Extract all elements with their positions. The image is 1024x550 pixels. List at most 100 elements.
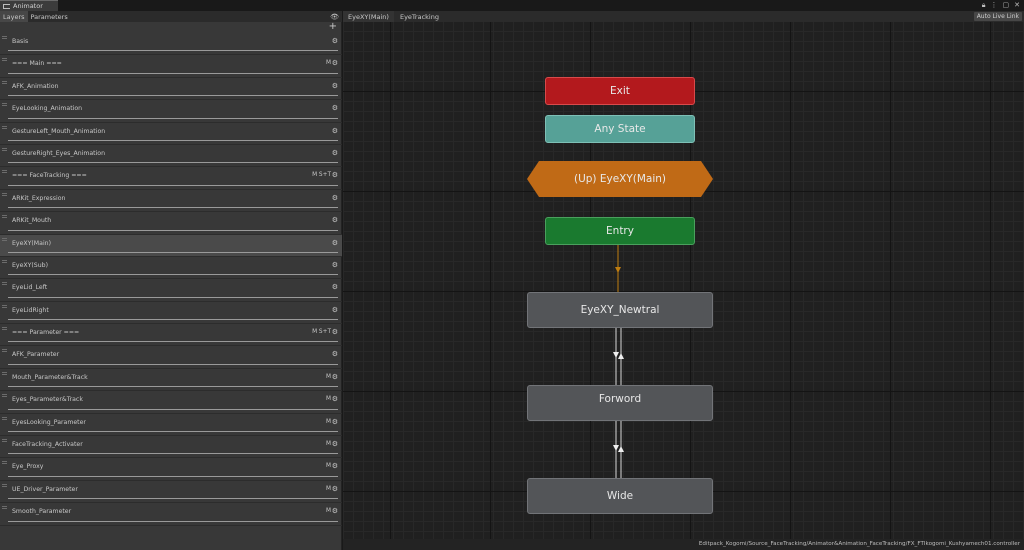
- layer-row[interactable]: Mouth_Parameter&Track M ⚙: [0, 369, 342, 392]
- exit-node[interactable]: Exit: [545, 77, 695, 105]
- layer-weight-bar[interactable]: [8, 520, 338, 522]
- drag-handle-icon[interactable]: [2, 282, 7, 286]
- layer-row[interactable]: Smooth_Parameter M ⚙: [0, 503, 342, 526]
- layer-weight-bar[interactable]: [8, 408, 338, 410]
- drag-handle-icon[interactable]: [2, 125, 7, 129]
- drag-handle-icon[interactable]: [2, 215, 7, 219]
- gear-icon[interactable]: ⚙: [332, 306, 338, 314]
- gear-icon[interactable]: ⚙: [332, 216, 338, 224]
- gear-icon[interactable]: ⚙: [332, 171, 338, 179]
- layer-weight-bar[interactable]: [8, 95, 338, 97]
- layer-weight-bar[interactable]: [8, 72, 338, 74]
- tab-parameters[interactable]: Parameters: [28, 11, 71, 22]
- layer-row[interactable]: GestureRight_Eyes_Animation ⚙: [0, 145, 342, 168]
- gear-icon[interactable]: ⚙: [332, 462, 338, 470]
- layer-row[interactable]: EyeXY(Main) ⚙: [0, 234, 342, 257]
- gear-icon[interactable]: ⚙: [332, 328, 338, 336]
- drag-handle-icon[interactable]: [2, 506, 7, 510]
- gear-icon[interactable]: ⚙: [332, 104, 338, 112]
- close-icon[interactable]: ✕: [1014, 1, 1020, 10]
- layer-row[interactable]: EyeLooking_Animation ⚙: [0, 100, 342, 123]
- state-node-forword[interactable]: Forword: [527, 385, 713, 421]
- more-icon[interactable]: ⋮: [991, 1, 998, 10]
- add-layer-button[interactable]: +: [329, 22, 337, 32]
- layer-weight-bar[interactable]: [8, 207, 338, 209]
- layer-weight-bar[interactable]: [8, 184, 338, 186]
- layer-weight-bar[interactable]: [8, 319, 338, 321]
- maximize-icon[interactable]: ▢: [1003, 1, 1010, 10]
- layer-row[interactable]: === Parameter === M S+T ⚙: [0, 324, 342, 347]
- layer-row[interactable]: EyesLooking_Parameter M ⚙: [0, 414, 342, 437]
- layer-row[interactable]: GestureLeft_Mouth_Animation ⚙: [0, 123, 342, 145]
- gear-icon[interactable]: ⚙: [332, 440, 338, 448]
- layer-weight-bar[interactable]: [8, 229, 338, 231]
- entry-node[interactable]: Entry: [545, 217, 695, 245]
- gear-icon[interactable]: ⚙: [332, 373, 338, 381]
- layer-weight-bar[interactable]: [8, 475, 338, 477]
- layer-row[interactable]: === Main === M ⚙: [0, 55, 342, 78]
- layer-row[interactable]: === FaceTracking === M S+T ⚙: [0, 167, 342, 190]
- drag-handle-icon[interactable]: [2, 416, 7, 420]
- layer-weight-bar[interactable]: [8, 498, 338, 500]
- gear-icon[interactable]: ⚙: [332, 127, 338, 135]
- gear-icon[interactable]: ⚙: [332, 507, 338, 515]
- gear-icon[interactable]: ⚙: [332, 194, 338, 202]
- gear-icon[interactable]: ⚙: [332, 350, 338, 358]
- layer-weight-bar[interactable]: [8, 386, 338, 388]
- state-machine-graph[interactable]: EyeXY(Main) EyeTracking Auto Live Link E…: [343, 11, 1024, 550]
- drag-handle-icon[interactable]: [2, 461, 7, 465]
- drag-handle-icon[interactable]: [2, 36, 7, 39]
- up-state-machine-node[interactable]: (Up) EyeXY(Main): [527, 161, 713, 197]
- state-node-wide[interactable]: Wide: [527, 478, 713, 514]
- drag-handle-icon[interactable]: [2, 170, 7, 174]
- gear-icon[interactable]: ⚙: [332, 59, 338, 67]
- drag-handle-icon[interactable]: [2, 483, 7, 487]
- drag-handle-icon[interactable]: [2, 394, 7, 398]
- drag-handle-icon[interactable]: [2, 349, 7, 353]
- layer-weight-bar[interactable]: [8, 296, 338, 298]
- layer-weight-bar[interactable]: [8, 50, 338, 52]
- layer-row[interactable]: Eyes_Parameter&Track M ⚙: [0, 391, 342, 414]
- layer-row[interactable]: FaceTracking_Activater M ⚙: [0, 436, 342, 459]
- lock-icon[interactable]: 🔒︎: [982, 1, 986, 10]
- layer-weight-bar[interactable]: [8, 274, 338, 276]
- layer-row[interactable]: AFK_Animation ⚙: [0, 78, 342, 101]
- layer-row[interactable]: Basis ⚙: [0, 33, 342, 56]
- layer-weight-bar[interactable]: [8, 251, 338, 253]
- drag-handle-icon[interactable]: [2, 259, 7, 263]
- layer-weight-bar[interactable]: [8, 162, 338, 164]
- drag-handle-icon[interactable]: [2, 371, 7, 375]
- layer-weight-bar[interactable]: [8, 431, 338, 433]
- layer-weight-bar[interactable]: [8, 139, 338, 141]
- gear-icon[interactable]: ⚙: [332, 395, 338, 403]
- layer-weight-bar[interactable]: [8, 341, 338, 343]
- drag-handle-icon[interactable]: [2, 304, 7, 308]
- layer-weight-bar[interactable]: [8, 117, 338, 119]
- layer-row[interactable]: EyeLid_Left ⚙: [0, 279, 342, 302]
- layer-weight-bar[interactable]: [8, 363, 338, 365]
- drag-handle-icon[interactable]: [2, 58, 7, 62]
- layer-row[interactable]: UE_Driver_Parameter M ⚙: [0, 481, 342, 504]
- drag-handle-icon[interactable]: [2, 439, 7, 443]
- drag-handle-icon[interactable]: [2, 80, 7, 84]
- layer-row[interactable]: AFK_Parameter ⚙: [0, 346, 342, 369]
- state-node-eyexy-newtral[interactable]: EyeXY_Newtral: [527, 292, 713, 328]
- gear-icon[interactable]: ⚙: [332, 82, 338, 90]
- layer-row[interactable]: EyeLidRight ⚙: [0, 302, 342, 325]
- layer-row[interactable]: ARKit_Mouth ⚙: [0, 212, 342, 235]
- layer-row[interactable]: EyeXY(Sub) ⚙: [0, 257, 342, 280]
- eye-icon[interactable]: 👁︎: [330, 13, 339, 21]
- gear-icon[interactable]: ⚙: [332, 261, 338, 269]
- layer-row[interactable]: Eye_Proxy M ⚙: [0, 458, 342, 481]
- gear-icon[interactable]: ⚙: [332, 37, 338, 45]
- gear-icon[interactable]: ⚙: [332, 485, 338, 493]
- any-state-node[interactable]: Any State: [545, 115, 695, 143]
- drag-handle-icon[interactable]: [2, 327, 7, 331]
- drag-handle-icon[interactable]: [2, 103, 7, 107]
- drag-handle-icon[interactable]: [2, 147, 7, 151]
- drag-handle-icon[interactable]: [2, 237, 7, 241]
- gear-icon[interactable]: ⚙: [332, 239, 338, 247]
- layer-weight-bar[interactable]: [8, 453, 338, 455]
- layer-row[interactable]: ARKit_Expression ⚙: [0, 190, 342, 213]
- tab-layers[interactable]: Layers: [0, 11, 28, 22]
